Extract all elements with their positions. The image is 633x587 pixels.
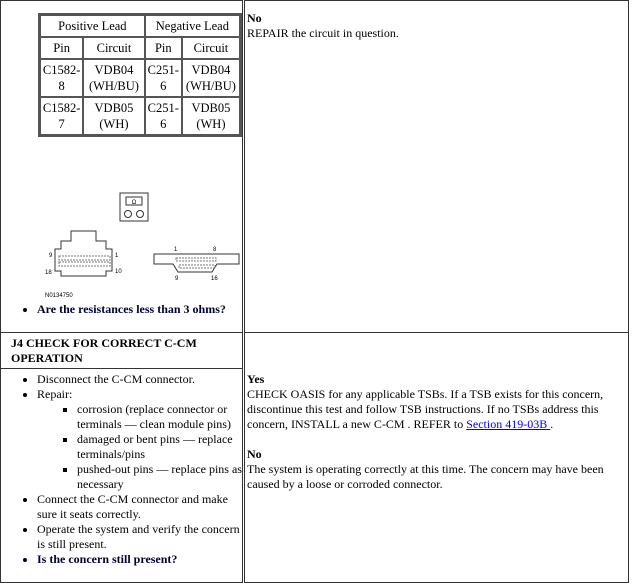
no-label: No [247,447,262,461]
subheader: Circuit [181,37,240,59]
subheader: Pin [144,37,182,59]
j3-right-cell: No REPAIR the circuit in question. [244,0,629,333]
svg-text:1: 1 [174,247,178,253]
svg-text:9: 9 [175,276,179,282]
pin-table: Positive Lead Negative Lead Pin Circuit Pin… [38,13,242,137]
diagnostic-table: Positive Lead Negative Lead Pin Circuit Pin… [0,0,629,583]
svg-text:Ω: Ω [132,200,137,206]
j4-question: Is the concern still present? [37,552,242,567]
no-text: REPAIR the circuit in question. [247,26,399,40]
section-link[interactable]: Section 419-03B [466,417,550,431]
header: Negative Lead [144,15,240,37]
header: Positive Lead [40,15,145,37]
j3-left-cell: Positive Lead Negative Lead Pin Circuit Pin… [0,0,243,333]
steps-list: Disconnect the C-CM connector. Repair: c… [1,372,242,567]
j3-question: Are the resistances less than 3 ohms? [37,302,226,317]
no-label: No [247,11,262,25]
svg-text:16: 16 [211,276,218,282]
j4-header: J4 CHECK FOR CORRECT C-CM OPERATION [0,332,243,369]
svg-text:1: 1 [115,253,119,259]
subheader: Pin [40,37,84,59]
j4-right-cell: Yes CHECK OASIS for any applicable TSBs.… [244,332,629,583]
svg-text:18: 18 [45,270,52,276]
svg-text:N0134750: N0134750 [45,293,73,299]
svg-text:10: 10 [115,269,122,275]
table-row: C1582-8 VDB04 (WH/BU) C251-6 VDB04 (WH/BU) [40,59,240,97]
table-row: C1582-7 VDB05 (WH) C251-6 VDB05 (WH) [40,97,240,135]
svg-text:9: 9 [49,253,53,259]
yes-label: Yes [247,372,265,386]
connector-diagram: Ω 91 18 10 18 9 16 N0134750 [45,192,240,299]
svg-text:8: 8 [213,247,217,253]
subheader: Circuit [83,37,145,59]
j4-left-cell: Disconnect the C-CM connector. Repair: c… [0,368,243,583]
